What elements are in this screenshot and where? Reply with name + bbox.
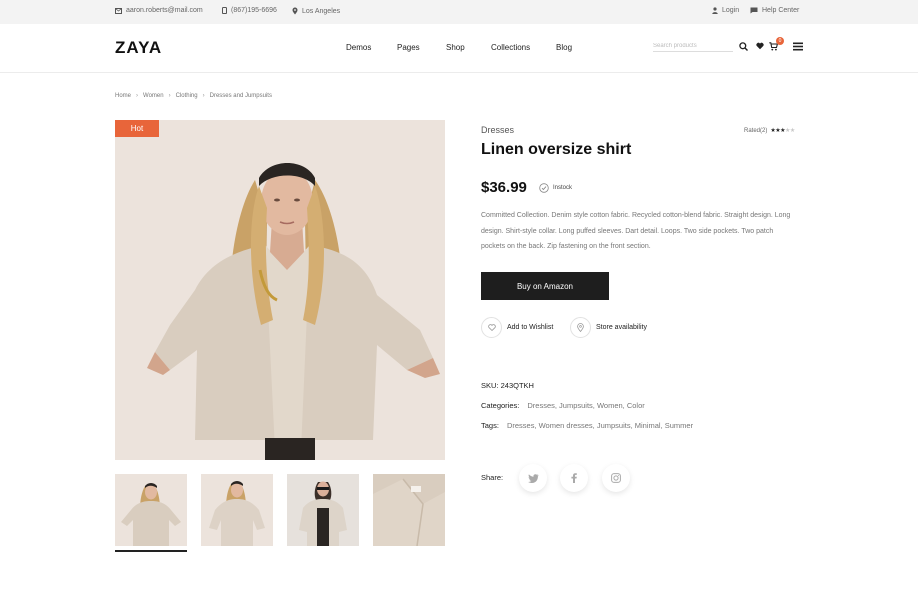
model-photo-illustration bbox=[115, 120, 445, 460]
product-rating[interactable]: Rated(2) ★★★★★ bbox=[744, 127, 795, 135]
thumbnail-shirt-detail bbox=[373, 474, 445, 546]
thumbnail-1[interactable] bbox=[115, 474, 187, 546]
share-label: Share: bbox=[481, 473, 504, 482]
breadcrumb: Home › Women › Clothing › Dresses and Ju… bbox=[115, 93, 272, 99]
thumbnail-4[interactable] bbox=[373, 474, 445, 546]
rating-stars: ★★★★★ bbox=[770, 127, 795, 134]
categories-row: Categories: Dresses, Jumpsuits, Women, C… bbox=[481, 401, 645, 410]
thumbnail-3[interactable] bbox=[287, 474, 359, 546]
help-center-link[interactable]: Help Center bbox=[750, 7, 799, 14]
search-icon[interactable] bbox=[739, 42, 748, 51]
login-text: Login bbox=[722, 7, 740, 14]
buy-on-amazon-button[interactable]: Buy on Amazon bbox=[481, 272, 609, 300]
site-logo[interactable]: ZAYA bbox=[115, 38, 162, 58]
mail-icon bbox=[115, 7, 122, 14]
breadcrumb-home[interactable]: Home bbox=[115, 93, 131, 99]
thumbnail-model-sunglasses bbox=[287, 474, 359, 546]
share-twitter-button[interactable] bbox=[519, 464, 547, 492]
product-main-image[interactable] bbox=[115, 120, 445, 460]
store-availability-button[interactable]: Store availability bbox=[570, 317, 647, 338]
thumbnail-model-pose bbox=[201, 474, 273, 546]
product-title: Linen oversize shirt bbox=[481, 141, 632, 158]
thumbnail-model-front bbox=[115, 474, 187, 546]
top-location[interactable]: Los Angeles bbox=[292, 7, 340, 15]
nav-collections[interactable]: Collections bbox=[491, 43, 530, 52]
help-center-text: Help Center bbox=[762, 7, 800, 14]
phone-icon bbox=[222, 7, 227, 14]
heart-outline-icon bbox=[487, 324, 496, 331]
sku-row: SKU: 243QTKH bbox=[481, 381, 534, 390]
nav-pages[interactable]: Pages bbox=[397, 43, 420, 52]
hot-badge: Hot bbox=[115, 120, 159, 137]
product-category[interactable]: Dresses bbox=[481, 125, 514, 135]
breadcrumb-separator-icon: › bbox=[202, 93, 205, 99]
breadcrumb-separator-icon: › bbox=[168, 93, 171, 99]
top-phone[interactable]: (867)195-6696 bbox=[222, 7, 277, 14]
search-input[interactable] bbox=[653, 40, 733, 52]
sku-label: SKU: 243QTKH bbox=[481, 381, 534, 390]
active-thumbnail-indicator bbox=[115, 550, 187, 552]
breadcrumb-women[interactable]: Women bbox=[143, 93, 164, 99]
tags-label: Tags: bbox=[481, 421, 499, 430]
stock-status: Instock bbox=[539, 183, 572, 193]
wishlist-label: Add to Wishlist bbox=[507, 324, 554, 331]
star-empty-icon: ★ bbox=[789, 128, 795, 134]
share-facebook-button[interactable] bbox=[560, 464, 588, 492]
cart-count-badge: 0 bbox=[776, 37, 784, 45]
location-pin-icon bbox=[577, 323, 584, 332]
product-description: Committed Collection. Denim style cotton… bbox=[481, 212, 791, 250]
stock-status-text: Instock bbox=[553, 185, 573, 191]
sku-label-text: SKU: bbox=[481, 381, 499, 390]
nav-demos[interactable]: Demos bbox=[346, 43, 371, 52]
nav-shop[interactable]: Shop bbox=[446, 43, 465, 52]
add-to-wishlist-button[interactable]: Add to Wishlist bbox=[481, 317, 553, 338]
heart-icon[interactable] bbox=[756, 42, 764, 50]
location-pin-icon bbox=[292, 7, 298, 15]
product-price: $36.99 bbox=[481, 179, 527, 196]
top-bar: aaron.roberts@mail.com (867)195-6696 Los… bbox=[0, 0, 918, 24]
twitter-icon bbox=[527, 473, 539, 483]
wishlist-icon-circle bbox=[481, 317, 502, 338]
sku-value: 243QTKH bbox=[500, 381, 534, 390]
check-circle-icon bbox=[539, 183, 549, 193]
store-icon-circle bbox=[570, 317, 591, 338]
chat-icon bbox=[750, 7, 758, 14]
share-instagram-button[interactable] bbox=[602, 464, 630, 492]
thumbnail-2[interactable] bbox=[201, 474, 273, 546]
tags-value[interactable]: Dresses, Women dresses, Jumpsuits, Minim… bbox=[507, 421, 693, 430]
top-location-text: Los Angeles bbox=[302, 7, 341, 15]
tags-row: Tags: Dresses, Women dresses, Jumpsuits,… bbox=[481, 421, 693, 430]
breadcrumb-current: Dresses and Jumpsuits bbox=[209, 93, 272, 99]
menu-icon[interactable] bbox=[793, 42, 803, 51]
categories-label: Categories: bbox=[481, 401, 520, 410]
user-icon bbox=[712, 7, 718, 14]
nav-blog[interactable]: Blog bbox=[556, 43, 572, 52]
breadcrumb-separator-icon: › bbox=[136, 93, 139, 99]
top-email-text: aaron.roberts@mail.com bbox=[126, 7, 203, 14]
store-availability-label: Store availability bbox=[596, 324, 647, 331]
site-header: ZAYA Demos Pages Shop Collections Blog 0 bbox=[0, 24, 918, 73]
top-phone-text: (867)195-6696 bbox=[231, 7, 277, 14]
instagram-icon bbox=[611, 473, 621, 483]
top-email[interactable]: aaron.roberts@mail.com bbox=[115, 7, 203, 14]
rating-label: Rated(2) bbox=[744, 127, 768, 134]
breadcrumb-clothing[interactable]: Clothing bbox=[176, 93, 198, 99]
facebook-icon bbox=[571, 473, 577, 483]
categories-value[interactable]: Dresses, Jumpsuits, Women, Color bbox=[527, 401, 644, 410]
login-link[interactable]: Login bbox=[712, 7, 739, 14]
